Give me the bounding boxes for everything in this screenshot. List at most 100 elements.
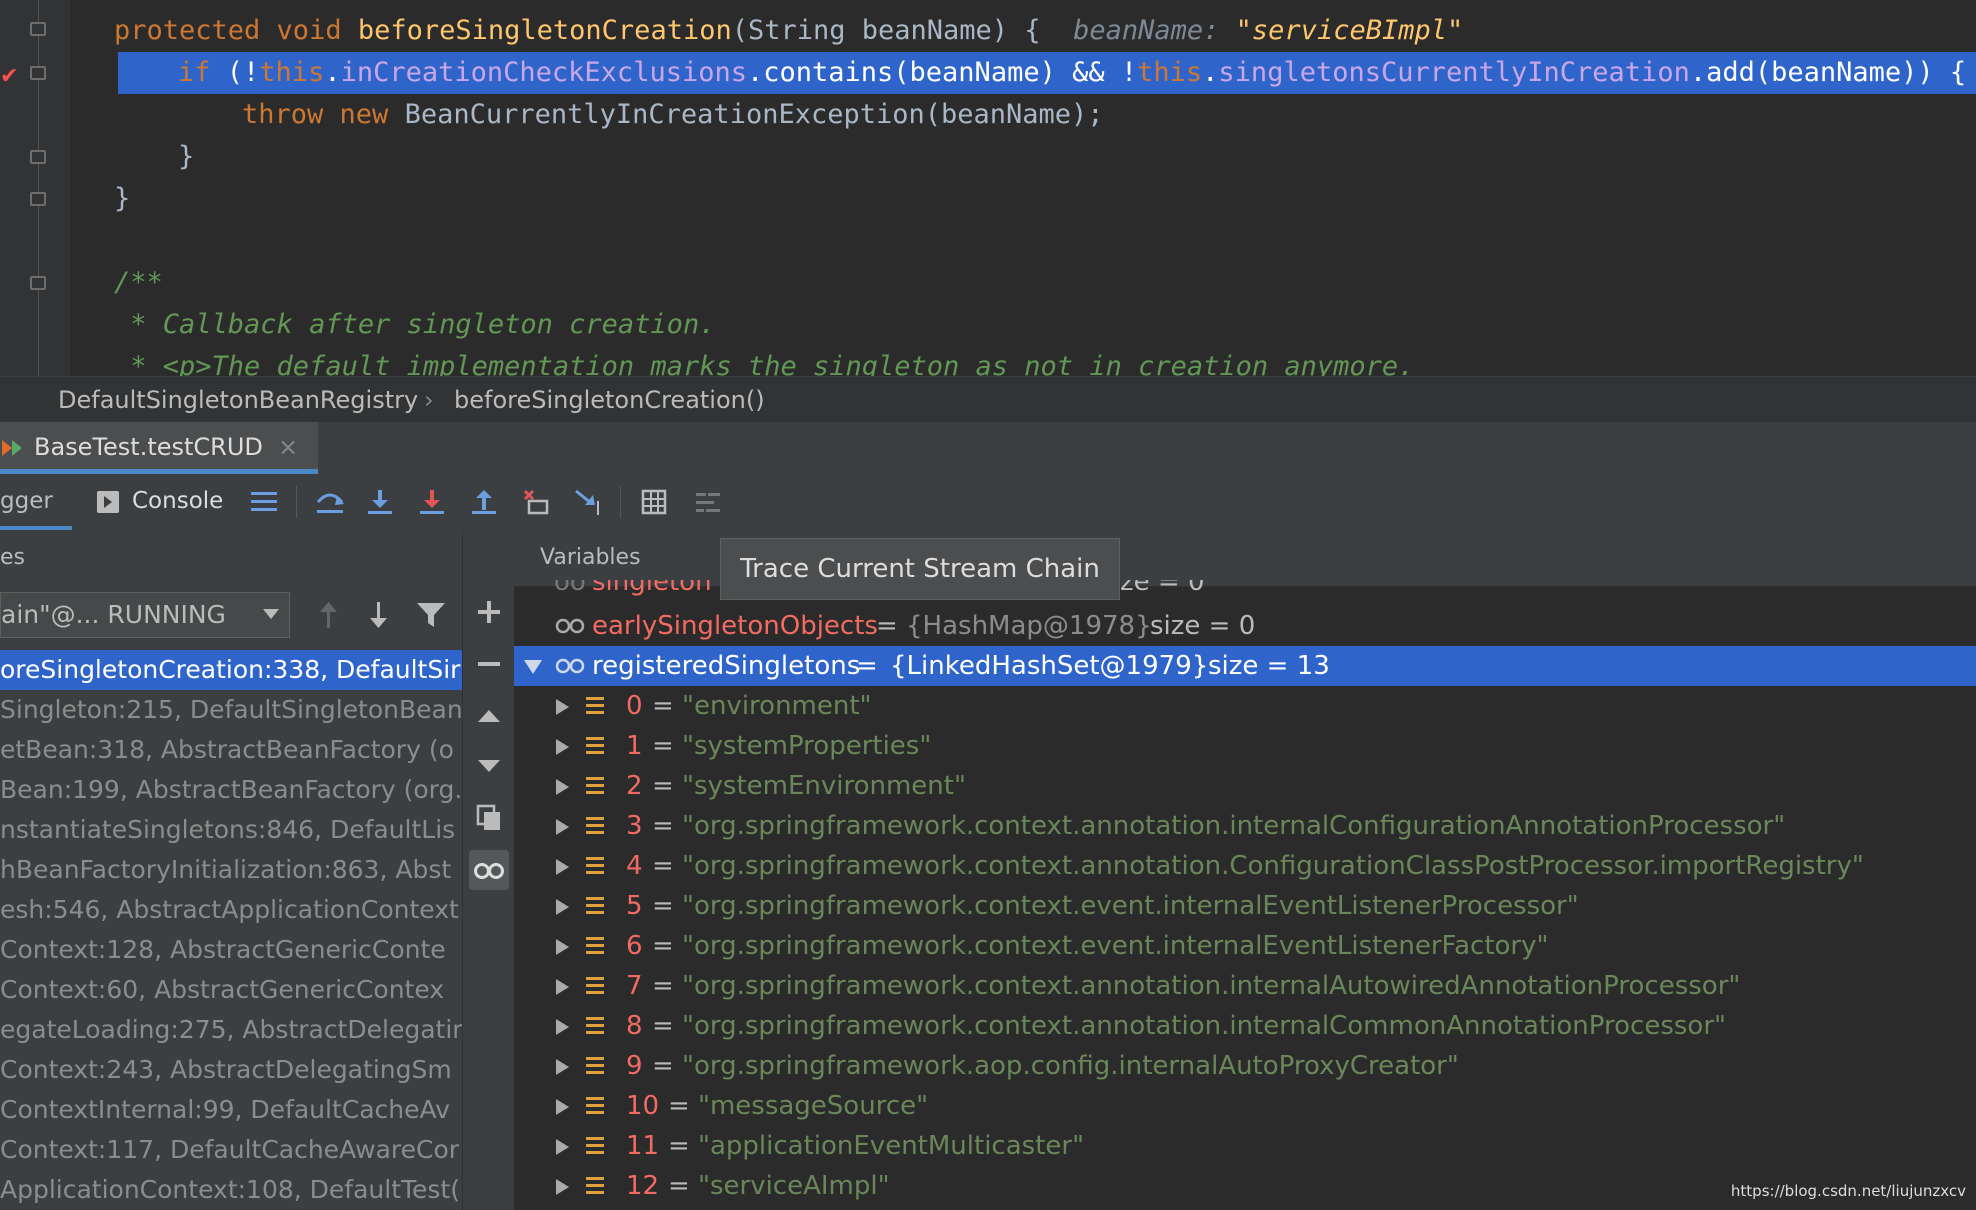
variables-title: Variables bbox=[540, 545, 641, 570]
set-item-row[interactable]: 10 = "messageSource" bbox=[514, 1086, 1976, 1126]
frame-row[interactable]: Context:243, AbstractDelegatingSm bbox=[0, 1050, 462, 1090]
expand-arrow-icon[interactable] bbox=[556, 886, 569, 926]
code-editor[interactable]: ✔ protected void beforeSingletonCreation… bbox=[0, 0, 1976, 376]
primitive-value-icon bbox=[586, 817, 604, 835]
item-eq: = bbox=[652, 971, 674, 1001]
frame-row[interactable]: etBean:318, AbstractBeanFactory (o bbox=[0, 730, 462, 770]
fold-marker-icon[interactable] bbox=[30, 192, 46, 206]
filter-icon[interactable] bbox=[414, 598, 448, 632]
frames-panel-header: es bbox=[0, 545, 25, 570]
trace-stream-chain-icon[interactable] bbox=[692, 486, 724, 518]
set-item-row[interactable]: 5 = "org.springframework.context.event.int… bbox=[514, 886, 1976, 926]
item-eq: = bbox=[652, 1051, 674, 1081]
fold-marker-icon[interactable] bbox=[30, 276, 46, 290]
inline-hint-value: "serviceBImpl" bbox=[1235, 15, 1464, 46]
expand-arrow-icon[interactable] bbox=[556, 966, 569, 1006]
run-to-cursor-icon[interactable] bbox=[572, 486, 604, 518]
close-icon[interactable]: × bbox=[278, 422, 298, 472]
tab-debugger-label: gger bbox=[0, 488, 53, 514]
breadcrumb-method[interactable]: beforeSingletonCreation() bbox=[454, 377, 765, 423]
breadcrumb: DefaultSingletonBeanRegistry › beforeSin… bbox=[0, 376, 1976, 423]
set-item-row[interactable]: 6 = "org.springframework.context.event.int… bbox=[514, 926, 1976, 966]
remove-watch-icon[interactable] bbox=[469, 644, 509, 684]
expand-arrow-icon[interactable] bbox=[556, 806, 569, 846]
expand-arrow-icon[interactable] bbox=[556, 1126, 569, 1166]
expand-arrow-icon[interactable] bbox=[524, 646, 542, 686]
force-step-into-icon[interactable] bbox=[416, 486, 448, 518]
expand-arrow-icon[interactable] bbox=[556, 1166, 569, 1206]
frame-row[interactable]: Context:60, AbstractGenericContex bbox=[0, 970, 462, 1010]
set-item-row[interactable]: 2 = "systemEnvironment" bbox=[514, 766, 1976, 806]
variable-size: ze = 0 bbox=[1120, 580, 1205, 597]
breadcrumb-class[interactable]: DefaultSingletonBeanRegistry bbox=[58, 377, 418, 423]
layout-menu-icon[interactable] bbox=[248, 486, 280, 518]
step-out-icon[interactable] bbox=[468, 486, 500, 518]
item-eq: = bbox=[668, 1131, 690, 1161]
step-into-icon[interactable] bbox=[364, 486, 396, 518]
variable-row-registeredsingletons[interactable]: registeredSingletons = {LinkedHashSet@19… bbox=[514, 646, 1976, 686]
frame-row[interactable]: esh:546, AbstractApplicationContext bbox=[0, 890, 462, 930]
frame-row[interactable]: hBeanFactoryInitialization:863, Abst bbox=[0, 850, 462, 890]
frame-row[interactable]: ApplicationContext:108, DefaultTest( bbox=[0, 1170, 462, 1210]
set-item-row[interactable]: 7 = "org.springframework.context.annotatio… bbox=[514, 966, 1976, 1006]
set-item-row[interactable]: 3 = "org.springframework.context.annotatio… bbox=[514, 806, 1976, 846]
tab-basetest-testcrud[interactable]: BaseTest.testCRUD × bbox=[0, 422, 318, 474]
item-index: 7 bbox=[626, 971, 643, 1001]
move-up-icon[interactable] bbox=[469, 696, 509, 736]
expand-arrow-icon[interactable] bbox=[556, 686, 569, 726]
copy-icon[interactable] bbox=[469, 798, 509, 838]
set-item-row[interactable]: 4 = "org.springframework.context.annotatio… bbox=[514, 846, 1976, 886]
expand-arrow-icon[interactable] bbox=[556, 1086, 569, 1126]
item-value: "org.springframework.context.annotation.… bbox=[682, 851, 1864, 881]
expand-arrow-icon[interactable] bbox=[556, 1006, 569, 1046]
set-item-row[interactable]: 8 = "org.springframework.context.annotatio… bbox=[514, 1006, 1976, 1046]
code-field: singletonsCurrentlyInCreation bbox=[1218, 57, 1690, 88]
fold-marker-icon[interactable] bbox=[30, 22, 46, 36]
frame-row[interactable]: Context:117, DefaultCacheAwareCor bbox=[0, 1130, 462, 1170]
evaluate-expression-icon[interactable] bbox=[638, 486, 670, 518]
expand-arrow-icon[interactable] bbox=[556, 766, 569, 806]
test-run-icon bbox=[2, 440, 22, 456]
thread-selector[interactable]: ain"@... RUNNING bbox=[0, 592, 290, 638]
item-eq: = bbox=[652, 931, 674, 961]
fold-marker-icon[interactable] bbox=[30, 66, 46, 80]
expand-arrow-icon[interactable] bbox=[556, 726, 569, 766]
frame-row[interactable]: Bean:199, AbstractBeanFactory (org. bbox=[0, 770, 462, 810]
primitive-value-icon bbox=[586, 1137, 604, 1155]
set-item-row[interactable]: 0 = "environment" bbox=[514, 686, 1976, 726]
frame-row[interactable]: Context:128, AbstractGenericConte bbox=[0, 930, 462, 970]
next-frame-icon[interactable] bbox=[362, 598, 396, 632]
variable-row-earlysingletonobjects[interactable]: earlySingletonObjects = {HashMap@1978} s… bbox=[514, 606, 1976, 646]
expand-arrow-icon[interactable] bbox=[556, 926, 569, 966]
frame-row[interactable]: egateLoading:275, AbstractDelegatin bbox=[0, 1010, 462, 1050]
frame-row[interactable]: oreSingletonCreation:338, DefaultSir bbox=[0, 650, 462, 690]
expand-arrow-icon[interactable] bbox=[556, 1046, 569, 1086]
previous-frame-icon[interactable] bbox=[312, 598, 346, 632]
toolbar-separator bbox=[296, 486, 297, 518]
add-watch-icon[interactable] bbox=[469, 592, 509, 632]
set-item-row[interactable]: 11 = "applicationEventMulticaster" bbox=[514, 1126, 1976, 1166]
item-value: "org.springframework.context.event.inter… bbox=[682, 891, 1579, 921]
frame-row[interactable]: Singleton:215, DefaultSingletonBean bbox=[0, 690, 462, 730]
item-eq: = bbox=[652, 811, 674, 841]
tab-debugger[interactable]: gger bbox=[0, 474, 72, 530]
tab-console[interactable]: Console bbox=[96, 474, 226, 530]
code-line-8: * <p>The default implementation marks th… bbox=[114, 351, 1415, 376]
code-keyword: throw bbox=[242, 99, 324, 130]
editor-gutter[interactable] bbox=[0, 0, 70, 376]
item-index: 9 bbox=[626, 1051, 643, 1081]
expand-arrow-icon[interactable] bbox=[556, 846, 569, 886]
frame-row[interactable]: nstantiateSingletons:846, DefaultLis bbox=[0, 810, 462, 850]
show-watches-icon[interactable] bbox=[469, 850, 509, 890]
frame-row[interactable]: ContextInternal:99, DefaultCacheAv bbox=[0, 1090, 462, 1130]
fold-marker-icon[interactable] bbox=[30, 150, 46, 164]
set-item-row[interactable]: 9 = "org.springframework.aop.config.intern… bbox=[514, 1046, 1976, 1086]
debugger-toolbar: gger Console bbox=[0, 474, 1976, 531]
move-down-icon[interactable] bbox=[469, 746, 509, 786]
drop-frame-icon[interactable] bbox=[520, 486, 552, 518]
step-over-icon[interactable] bbox=[314, 486, 346, 518]
gutter-divider bbox=[38, 0, 39, 376]
breakpoint-icon[interactable]: ✔ bbox=[0, 64, 18, 89]
set-item-row[interactable]: 1 = "systemProperties" bbox=[514, 726, 1976, 766]
item-value: "messageSource" bbox=[698, 1091, 929, 1121]
